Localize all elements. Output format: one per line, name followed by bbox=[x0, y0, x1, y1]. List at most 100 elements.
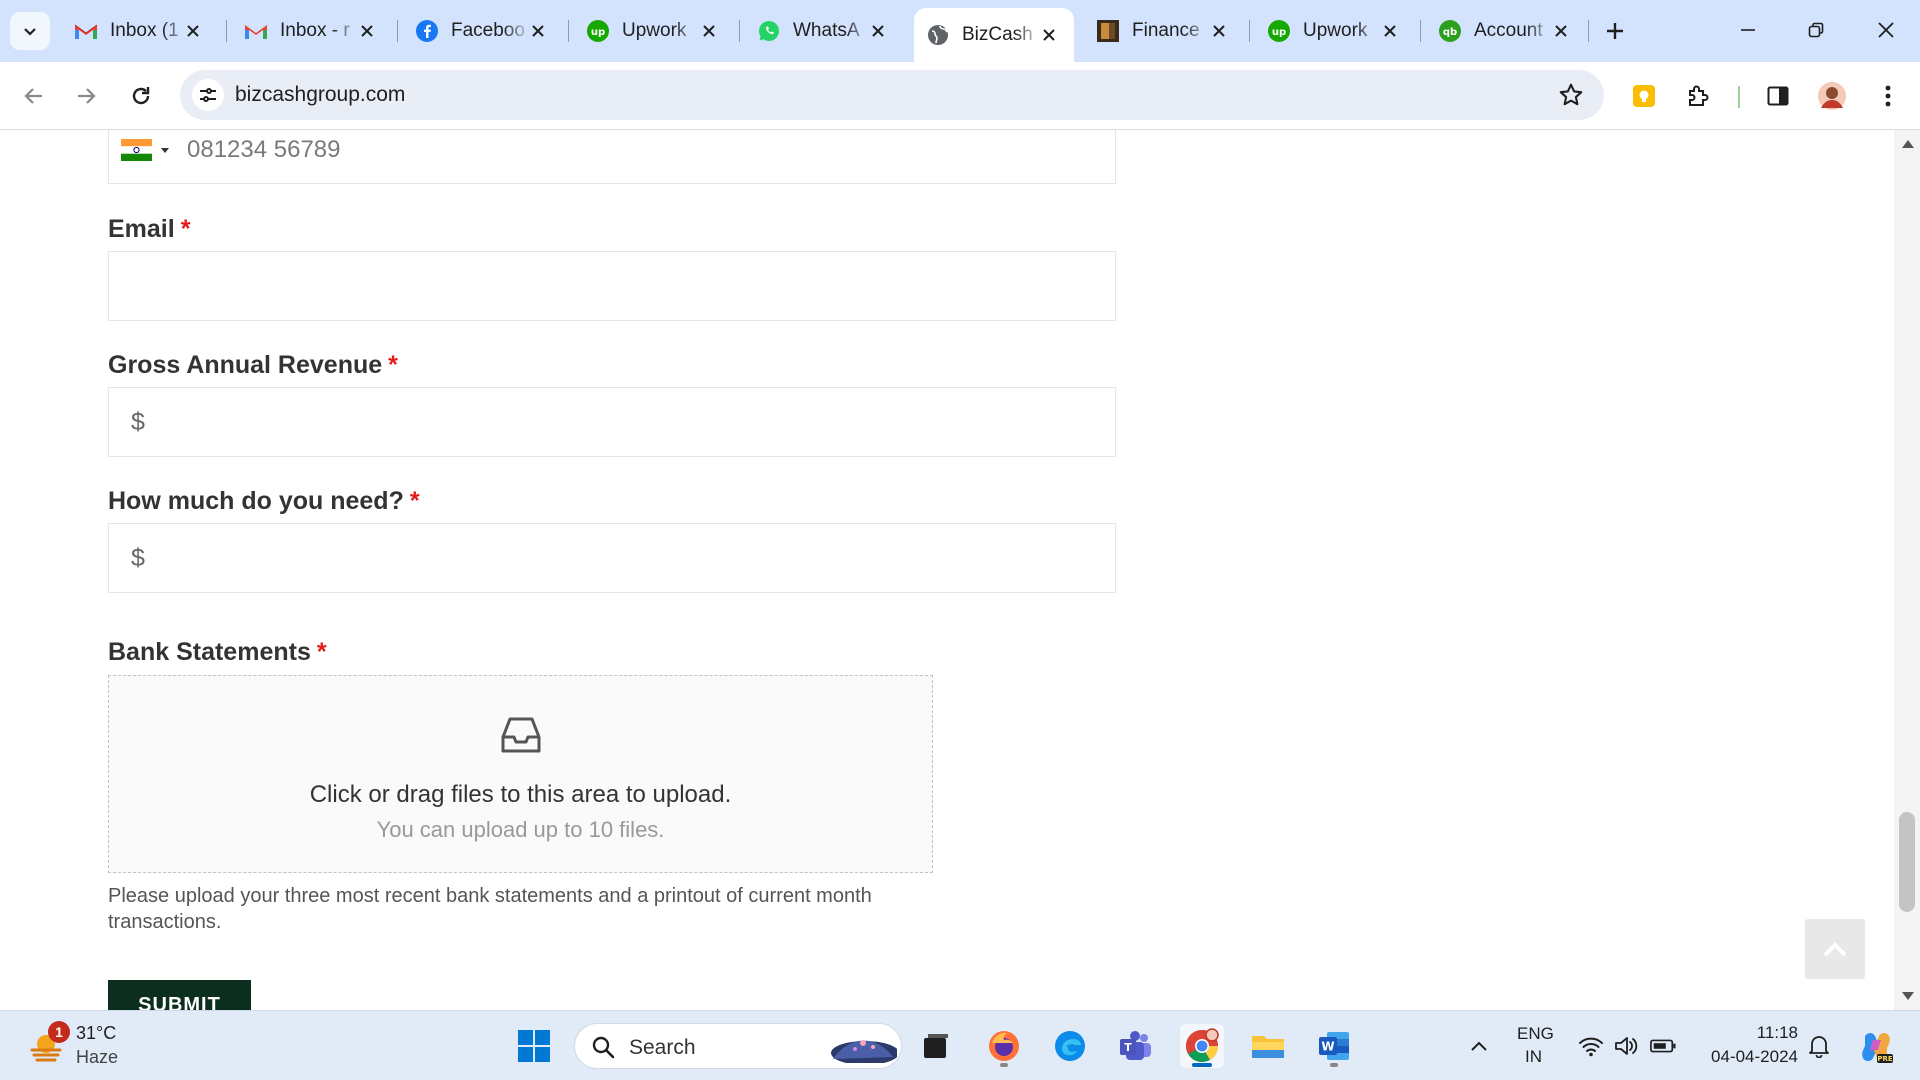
close-window-button[interactable] bbox=[1866, 12, 1906, 48]
reload-button[interactable] bbox=[121, 76, 161, 116]
weather-description[interactable]: Haze bbox=[76, 1047, 118, 1068]
puzzle-icon bbox=[1689, 85, 1709, 106]
notifications-button[interactable] bbox=[1806, 1033, 1832, 1059]
file-upload-dropzone[interactable]: Click or drag files to this area to uplo… bbox=[108, 675, 933, 873]
tab-close-button[interactable] bbox=[527, 20, 549, 42]
currency-prefix: $ bbox=[131, 408, 145, 436]
tab-close-button[interactable] bbox=[1379, 20, 1401, 42]
page-scrollbar[interactable] bbox=[1894, 130, 1920, 1010]
app-running-indicator bbox=[1330, 1063, 1338, 1067]
language-indicator[interactable]: ENG bbox=[1517, 1024, 1554, 1044]
tab-title: Inbox - r bbox=[280, 20, 350, 41]
close-icon bbox=[532, 25, 544, 37]
scroll-down-arrow-icon[interactable] bbox=[1902, 992, 1914, 1000]
side-panel-button[interactable] bbox=[1762, 80, 1794, 112]
close-icon bbox=[703, 25, 715, 37]
taskbar-app-edge[interactable] bbox=[1048, 1024, 1092, 1068]
browser-menu-button[interactable] bbox=[1872, 80, 1904, 112]
scroll-thumb[interactable] bbox=[1899, 812, 1915, 912]
search-highlight-art-icon bbox=[831, 1040, 897, 1063]
tab-title: Account bbox=[1474, 20, 1543, 41]
close-icon bbox=[872, 25, 884, 37]
svg-text:T: T bbox=[1124, 1041, 1132, 1054]
browser-tab-bizcash-active[interactable]: BizCash bbox=[914, 8, 1074, 62]
bank-statements-help: Please upload your three most recent ban… bbox=[108, 885, 872, 933]
quickbooks-icon: qb bbox=[1439, 20, 1461, 42]
region-indicator[interactable]: IN bbox=[1525, 1047, 1542, 1067]
wifi-icon bbox=[1579, 1037, 1603, 1057]
close-icon bbox=[1384, 25, 1396, 37]
email-field[interactable] bbox=[108, 251, 1116, 321]
taskbar-search-box[interactable]: Search bbox=[574, 1023, 902, 1069]
browser-tab-finance[interactable]: Finance bbox=[1084, 10, 1244, 52]
revenue-field[interactable]: $ bbox=[108, 387, 1116, 457]
taskbar-app-file-manager[interactable] bbox=[914, 1024, 958, 1068]
windows-logo-icon bbox=[518, 1030, 550, 1062]
minimize-button[interactable] bbox=[1728, 12, 1768, 48]
india-flag-icon[interactable] bbox=[121, 139, 152, 161]
avatar bbox=[1818, 82, 1846, 110]
show-hidden-icons-button[interactable] bbox=[1466, 1033, 1492, 1059]
phone-field[interactable]: 081234 56789 bbox=[108, 130, 1116, 184]
tab-close-button[interactable] bbox=[182, 20, 204, 42]
browser-tab-whatsapp[interactable]: WhatsA bbox=[745, 10, 903, 52]
clock-date[interactable]: 04-04-2024 bbox=[1700, 1047, 1798, 1067]
taskbar-app-firefox[interactable] bbox=[982, 1024, 1026, 1068]
profile-avatar-button[interactable] bbox=[1816, 80, 1848, 112]
globe-icon bbox=[928, 25, 948, 45]
close-icon bbox=[1213, 25, 1225, 37]
tab-search-button[interactable] bbox=[10, 12, 50, 50]
copilot-button[interactable]: PRE bbox=[1856, 1027, 1896, 1067]
taskbar-app-chrome[interactable] bbox=[1180, 1024, 1224, 1068]
browser-tab-gmail-2[interactable]: Inbox - r bbox=[232, 10, 392, 52]
new-tab-button[interactable] bbox=[1598, 14, 1632, 48]
amount-field[interactable]: $ bbox=[108, 523, 1116, 593]
volume-status[interactable] bbox=[1614, 1033, 1640, 1059]
wifi-status[interactable] bbox=[1578, 1033, 1604, 1059]
more-vertical-icon bbox=[1885, 85, 1891, 107]
tab-close-button[interactable] bbox=[1208, 20, 1230, 42]
chevron-up-icon bbox=[1823, 942, 1847, 957]
forward-button[interactable] bbox=[66, 76, 106, 116]
browser-tab-upwork-1[interactable]: up Upwork bbox=[574, 10, 734, 52]
address-bar[interactable]: bizcashgroup.com bbox=[180, 70, 1604, 120]
extensions-button[interactable] bbox=[1682, 80, 1714, 112]
scroll-up-arrow-icon[interactable] bbox=[1902, 140, 1914, 148]
chrome-icon bbox=[1185, 1028, 1219, 1063]
start-button[interactable] bbox=[512, 1024, 556, 1068]
clock-time[interactable]: 11:18 bbox=[1752, 1023, 1798, 1043]
phone-placeholder: 081234 56789 bbox=[187, 136, 341, 163]
tab-separator bbox=[1420, 20, 1421, 42]
bookmark-star-icon[interactable] bbox=[1558, 82, 1584, 108]
submit-button[interactable]: SUBMIT bbox=[108, 980, 251, 1010]
tab-close-button[interactable] bbox=[1038, 24, 1060, 46]
tab-close-button[interactable] bbox=[698, 20, 720, 42]
extension-keep-button[interactable] bbox=[1628, 80, 1660, 112]
tab-separator bbox=[226, 20, 227, 42]
country-dropdown-caret-icon[interactable] bbox=[161, 148, 169, 153]
weather-temperature[interactable]: 31°C bbox=[76, 1023, 116, 1044]
back-button[interactable] bbox=[14, 76, 54, 116]
tab-close-button[interactable] bbox=[1550, 20, 1572, 42]
taskbar-app-word[interactable]: W bbox=[1312, 1024, 1356, 1068]
site-info-button[interactable] bbox=[192, 79, 224, 111]
word-icon: W bbox=[1319, 1032, 1349, 1060]
copilot-icon: PRE bbox=[1862, 1033, 1893, 1063]
battery-status[interactable] bbox=[1650, 1033, 1676, 1059]
taskbar-app-teams[interactable]: T bbox=[1114, 1024, 1158, 1068]
restore-button[interactable] bbox=[1796, 12, 1836, 48]
tab-close-button[interactable] bbox=[867, 20, 889, 42]
required-marker: * bbox=[180, 215, 191, 243]
url-text[interactable]: bizcashgroup.com bbox=[235, 83, 405, 107]
back-to-top-button[interactable] bbox=[1805, 919, 1865, 979]
tab-close-button[interactable] bbox=[356, 20, 378, 42]
browser-tab-upwork-2[interactable]: up Upwork bbox=[1255, 10, 1415, 52]
tab-separator bbox=[739, 20, 740, 42]
browser-tab-facebook[interactable]: Faceboo bbox=[403, 10, 563, 52]
email-label-text: Email bbox=[108, 215, 175, 243]
browser-tab-account[interactable]: qb Account bbox=[1426, 10, 1586, 52]
restore-icon bbox=[1808, 22, 1824, 38]
browser-tab-gmail-1[interactable]: Inbox (1 bbox=[62, 10, 218, 52]
taskbar-app-file-explorer[interactable] bbox=[1246, 1024, 1290, 1068]
facebook-icon bbox=[416, 20, 438, 42]
